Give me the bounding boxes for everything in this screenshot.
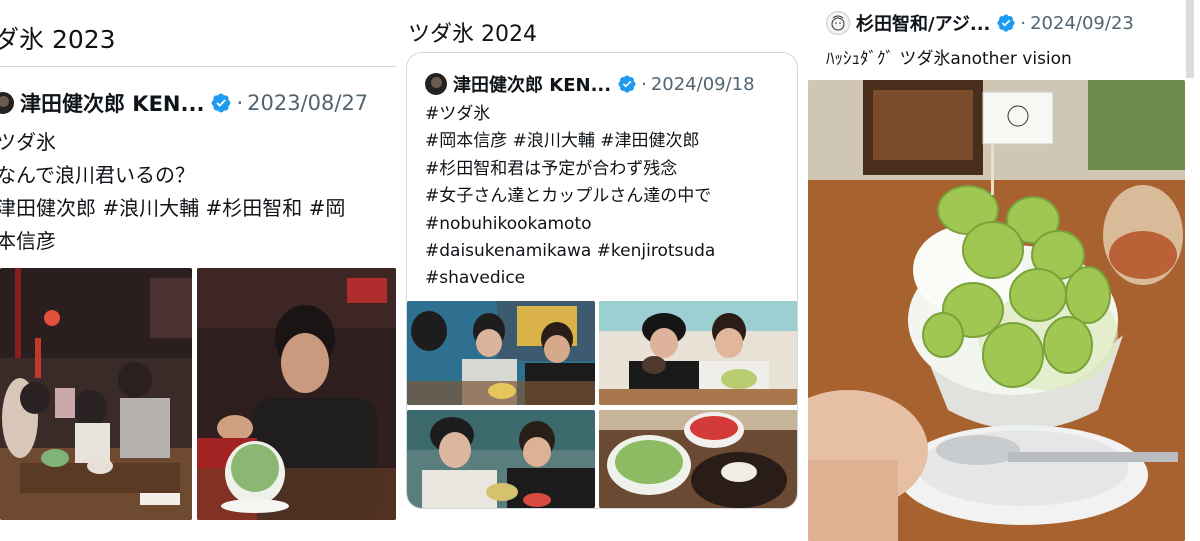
post-photo[interactable] [407,301,595,405]
author-name[interactable]: 津田健次郎 KEN... [20,88,204,118]
post-date[interactable]: 2024/09/18 [651,74,755,95]
hashtag-line[interactable]: #shavedice [425,265,715,292]
avatar-sketch-icon [831,15,845,31]
post-photo[interactable] [808,80,1185,541]
post-photo[interactable] [197,268,396,520]
post-author-row[interactable]: 津田健次郎 KEN... · 2023/08/27 [0,88,368,118]
post-date[interactable]: 2023/08/27 [247,91,368,115]
post-text: ﾊｯｼｭﾀﾞｸﾞ ツダ氷another vision [826,49,1072,69]
hashtag-line[interactable]: #ツダ氷 [425,101,715,128]
hashtag-line[interactable]: #女子さん達とカップルさん達の中で [425,183,715,210]
scrollbar[interactable] [1186,0,1194,78]
post-text-line[interactable]: 本信彦 [0,225,345,258]
hashtag-line[interactable]: #岡本信彦 #浪川大輔 #津田健次郎 [425,128,715,155]
post-column-2024: ツダ氷 2024 津田健次郎 KEN... · 2024/09/18 #ツダ氷 … [396,0,806,541]
post-column-2023: ダ氷 2023 津田健次郎 KEN... · 2023/08/27 ツダ氷 なん… [0,0,396,541]
verified-badge-icon [997,14,1015,32]
post-text-line: なんで浪川君いるの？ [0,163,195,187]
hashtag-line[interactable]: #daisukenamikawa #kenjirotsuda [425,238,715,265]
post-date[interactable]: 2024/09/23 [1030,13,1134,34]
section-heading: ダ氷 2023 [0,25,116,54]
post-column-sugita: 杉田智和/アジ... · 2024/09/23 ﾊｯｼｭﾀﾞｸﾞ ツダ氷anot… [806,0,1200,541]
post-text-line[interactable]: 津田健次郎 #浪川大輔 #杉田智和 #岡 [0,192,345,225]
post-author-row[interactable]: 杉田智和/アジ... · 2024/09/23 [826,10,1134,36]
post-text-line: ツダ氷 [0,130,56,154]
hashtag-line[interactable]: #nobuhikookamoto [425,211,715,238]
post-photo[interactable] [599,301,797,405]
author-name[interactable]: 杉田智和/アジ... [856,10,990,36]
avatar[interactable] [425,73,447,95]
section-heading: ツダ氷 2024 [408,22,537,47]
post-author-row[interactable]: 津田健次郎 KEN... · 2024/09/18 [425,71,755,97]
post-card[interactable]: 津田健次郎 KEN... · 2024/09/18 #ツダ氷 #岡本信彦 #浪川… [406,52,798,509]
post-photo[interactable] [599,410,797,508]
divider [0,66,396,67]
avatar[interactable] [0,92,14,114]
hashtag-line[interactable]: #杉田智和君は予定が合わず残念 [425,156,715,183]
post-photo[interactable] [407,410,595,508]
post-photo[interactable] [0,268,192,520]
author-name[interactable]: 津田健次郎 KEN... [453,71,611,97]
verified-badge-icon [618,75,636,93]
verified-badge-icon [212,93,231,113]
post-text: ツダ氷 なんで浪川君いるの？ 津田健次郎 #浪川大輔 #杉田智和 #岡 本信彦 [0,126,345,258]
post-text: #ツダ氷 #岡本信彦 #浪川大輔 #津田健次郎 #杉田智和君は予定が合わず残念 … [425,101,715,293]
avatar[interactable] [826,11,850,35]
